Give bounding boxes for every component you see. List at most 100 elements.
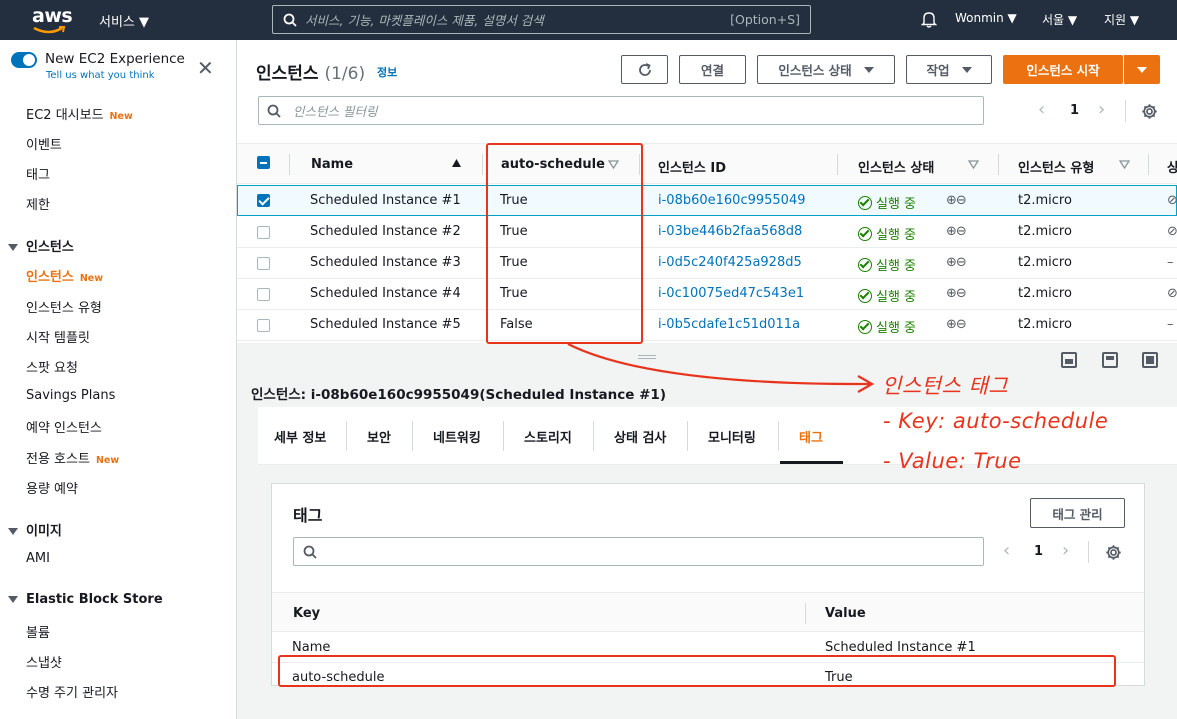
chevron-left-icon[interactable]: ‹	[1003, 542, 1010, 560]
sidebar: New EC2 Experience Tell us what you thin…	[0, 40, 237, 719]
user-menu[interactable]: Wonmin ▼	[955, 11, 1017, 25]
tab-storage[interactable]: 스토리지	[524, 427, 572, 446]
instance-name: Scheduled Instance #1	[310, 193, 461, 208]
instance-filter-input[interactable]: 인스턴스 필터링	[258, 96, 984, 125]
gear-icon[interactable]	[1105, 544, 1122, 561]
tab-monitoring[interactable]: 모니터링	[708, 427, 756, 446]
row-checkbox[interactable]	[257, 226, 270, 239]
row-checkbox[interactable]	[257, 319, 270, 332]
sidebar-section-instances[interactable]: 인스턴스	[8, 236, 74, 255]
column-instance-state[interactable]: 인스턴스 상태	[858, 157, 934, 176]
table-row[interactable]: Scheduled Instance #1 True i-08b60e160c9…	[237, 185, 1177, 216]
gear-icon[interactable]	[1141, 103, 1158, 120]
actions-button[interactable]: 작업	[906, 55, 992, 84]
sidebar-item-ami[interactable]: AMI	[26, 551, 50, 566]
sidebar-section-ebs[interactable]: Elastic Block Store	[8, 592, 163, 607]
row-checkbox[interactable]	[257, 194, 270, 207]
bell-icon[interactable]	[921, 11, 937, 28]
region-menu[interactable]: 서울 ▼	[1042, 11, 1077, 28]
zoom-icons[interactable]: ⊕⊖	[946, 255, 967, 270]
tab-networking[interactable]: 네트워킹	[433, 427, 481, 446]
sidebar-item-spot-requests[interactable]: 스팟 요청	[26, 357, 78, 376]
chevron-right-icon[interactable]: ›	[1062, 542, 1069, 560]
tab-status-checks[interactable]: 상태 검사	[614, 427, 666, 446]
tab-details[interactable]: 세부 정보	[274, 427, 326, 446]
page-number[interactable]: 1	[1070, 103, 1079, 118]
sort-ascending-icon[interactable]	[451, 158, 462, 168]
sidebar-item-savings-plans[interactable]: Savings Plans	[26, 388, 115, 403]
sidebar-item-tags[interactable]: 태그	[26, 164, 50, 183]
sort-icon[interactable]	[968, 160, 979, 169]
instance-type: t2.micro	[1018, 286, 1072, 301]
zoom-icons[interactable]: ⊕⊖	[946, 224, 967, 239]
tab-security[interactable]: 보안	[367, 427, 391, 446]
tag-search-input[interactable]	[293, 537, 984, 566]
row-checkbox[interactable]	[257, 257, 270, 270]
zoom-icons[interactable]: ⊕⊖	[946, 193, 967, 208]
sidebar-item-instance-types[interactable]: 인스턴스 유형	[26, 297, 102, 316]
layout-full-icon[interactable]	[1142, 352, 1158, 368]
table-row: Name Scheduled Instance #1	[272, 633, 1144, 663]
instance-id-link[interactable]: i-03be446b2faa568d8	[658, 224, 802, 239]
manage-tags-button[interactable]: 태그 관리	[1030, 498, 1125, 528]
row-checkbox[interactable]	[257, 288, 270, 301]
divider	[998, 154, 999, 175]
column-name[interactable]: Name	[311, 157, 353, 172]
sidebar-item-limits[interactable]: 제한	[26, 194, 50, 213]
info-link[interactable]: 정보	[377, 64, 397, 80]
instance-state-button[interactable]: 인스턴스 상태	[757, 55, 895, 84]
sidebar-item-lifecycle-manager[interactable]: 수명 주기 관리자	[26, 682, 118, 701]
sidebar-section-images[interactable]: 이미지	[8, 520, 62, 539]
table-row[interactable]: Scheduled Instance #5 False i-0b5cdafe1c…	[237, 310, 1177, 341]
instance-id-link[interactable]: i-0b5cdafe1c51d011a	[658, 317, 800, 332]
feedback-link[interactable]: Tell us what you think	[46, 70, 155, 81]
services-menu[interactable]: 서비스 ▼	[99, 11, 149, 30]
table-row: auto-schedule True	[272, 663, 1144, 693]
sidebar-item-dedicated-hosts[interactable]: 전용 호스트 New	[26, 448, 119, 467]
close-icon[interactable]: ✕	[197, 58, 214, 78]
sidebar-item-reserved-instances[interactable]: 예약 인스턴스	[26, 417, 102, 436]
tab-tags[interactable]: 태그	[799, 427, 823, 446]
sidebar-item-events[interactable]: 이벤트	[26, 134, 62, 153]
support-menu[interactable]: 지원 ▼	[1104, 11, 1139, 28]
instance-name: Scheduled Instance #4	[310, 286, 461, 301]
sidebar-item-ec2-dashboard[interactable]: EC2 대시보드 New	[26, 104, 133, 123]
select-all-checkbox[interactable]	[257, 156, 270, 169]
zoom-icons[interactable]: ⊕⊖	[946, 317, 967, 332]
search-placeholder: 서비스, 기능, 마켓플레이스 제품, 설명서 검색	[305, 13, 544, 28]
table-row[interactable]: Scheduled Instance #2 True i-03be446b2fa…	[237, 217, 1177, 248]
launch-instance-button[interactable]: 인스턴스 시작	[1003, 55, 1123, 84]
launch-dropdown-button[interactable]	[1123, 55, 1160, 84]
sidebar-item-launch-templates[interactable]: 시작 템플릿	[26, 327, 90, 346]
column-instance-id[interactable]: 인스턴스 ID	[658, 157, 726, 176]
sort-icon[interactable]	[1119, 160, 1130, 169]
chevron-right-icon[interactable]: ›	[1098, 101, 1105, 119]
new-experience-toggle[interactable]	[11, 52, 37, 68]
status-check-icon: ⊘	[1167, 286, 1177, 301]
sort-icon[interactable]	[608, 160, 619, 169]
zoom-icons[interactable]: ⊕⊖	[946, 286, 967, 301]
sidebar-item-instances[interactable]: 인스턴스 New	[26, 266, 103, 285]
check-circle-icon	[858, 320, 872, 334]
divider	[687, 421, 688, 451]
instance-id-link[interactable]: i-0d5c240f425a928d5	[658, 255, 802, 270]
page-number[interactable]: 1	[1034, 544, 1043, 559]
chevron-left-icon[interactable]: ‹	[1038, 101, 1045, 119]
sidebar-item-volumes[interactable]: 볼륨	[26, 622, 50, 641]
column-auto-schedule[interactable]: auto-schedule	[501, 157, 605, 172]
instance-id-link[interactable]: i-08b60e160c9955049	[658, 193, 806, 208]
instance-id-link[interactable]: i-0c10075ed47c543e1	[658, 286, 804, 301]
refresh-button[interactable]	[621, 55, 668, 84]
table-row[interactable]: Scheduled Instance #3 True i-0d5c240f425…	[237, 248, 1177, 279]
sidebar-item-snapshots[interactable]: 스냅샷	[26, 652, 62, 671]
sidebar-item-capacity-reservations[interactable]: 용량 예약	[26, 478, 78, 497]
connect-button[interactable]: 연결	[679, 55, 746, 84]
instance-count: (1/6)	[324, 64, 366, 84]
layout-bottom-icon[interactable]	[1061, 352, 1077, 368]
layout-split-icon[interactable]	[1102, 352, 1118, 368]
aws-logo[interactable]: aws	[30, 5, 73, 35]
column-instance-type[interactable]: 인스턴스 유형	[1018, 157, 1094, 176]
column-truncated[interactable]: 상	[1167, 157, 1177, 176]
global-search-input[interactable]: 서비스, 기능, 마켓플레이스 제품, 설명서 검색 [Option+S]	[272, 5, 811, 34]
table-row[interactable]: Scheduled Instance #4 True i-0c10075ed47…	[237, 279, 1177, 310]
